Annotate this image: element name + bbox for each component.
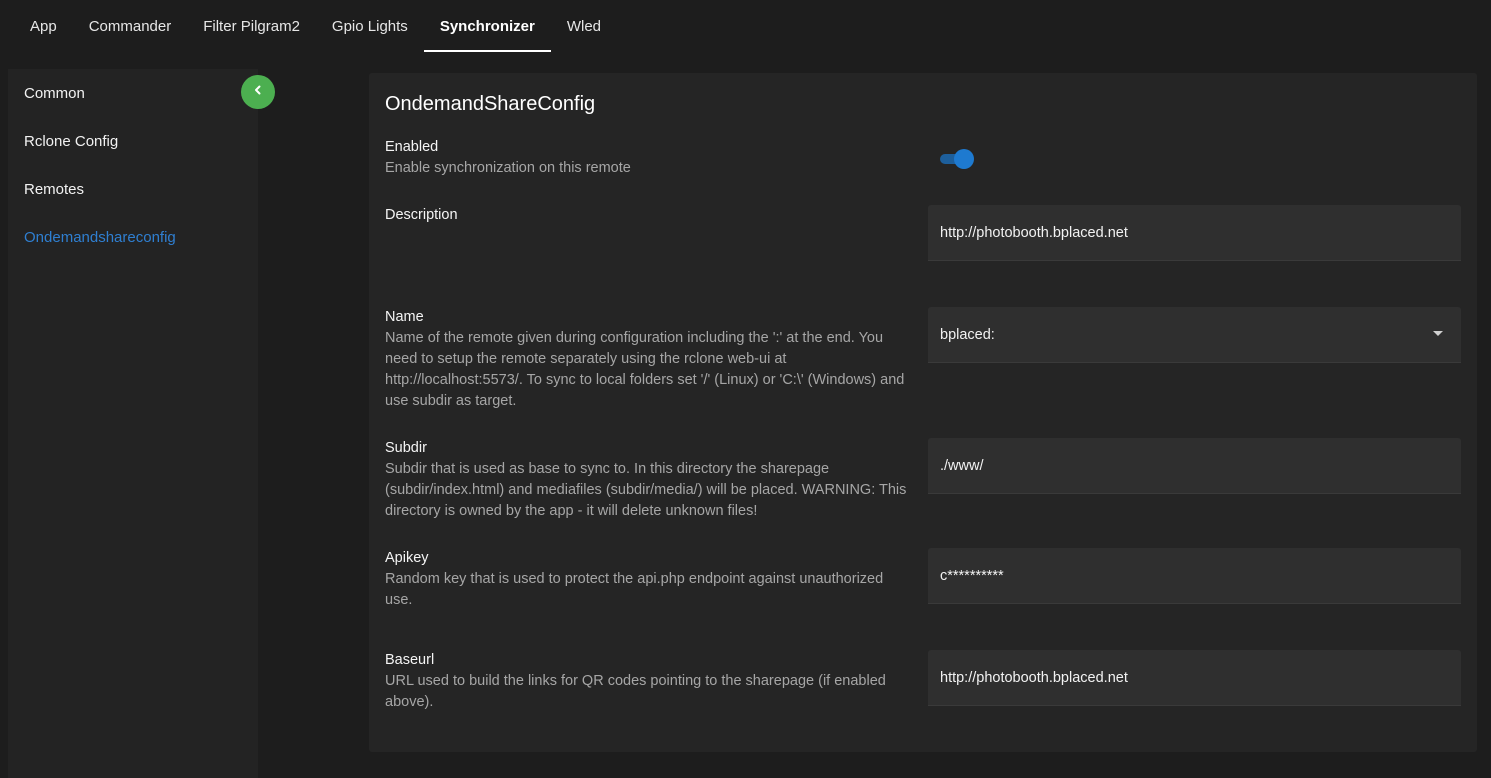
apikey-row: Apikey Random key that is used to protec… — [385, 548, 1461, 608]
settings-card: OndemandShareConfig Enabled Enable synch… — [369, 73, 1477, 752]
sidebar: Common Rclone Config Remotes Ondemandsha… — [8, 69, 258, 778]
tab-wled[interactable]: Wled — [551, 0, 617, 52]
subdir-input[interactable]: ./www/ — [928, 438, 1461, 494]
subdir-description: Subdir that is used as base to sync to. … — [385, 461, 907, 519]
sidebar-list: Common Rclone Config Remotes Ondemandsha… — [8, 69, 258, 261]
top-tabs: App Commander Filter Pilgram2 Gpio Light… — [0, 0, 1491, 68]
name-select[interactable]: bplaced: — [928, 307, 1461, 363]
tab-commander[interactable]: Commander — [73, 0, 188, 52]
name-description: Name of the remote given during configur… — [385, 330, 905, 409]
description-label: Description — [385, 207, 458, 223]
card-title: OndemandShareConfig — [385, 93, 596, 115]
apikey-label: Apikey — [385, 550, 429, 566]
tab-filter-pilgram2[interactable]: Filter Pilgram2 — [187, 0, 316, 52]
baseurl-description: URL used to build the links for QR codes… — [385, 673, 886, 710]
tab-gpio-lights[interactable]: Gpio Lights — [316, 0, 424, 52]
toggle-thumb — [954, 149, 974, 169]
description-text: Description — [385, 205, 909, 226]
sidebar-item-rclone-config[interactable]: Rclone Config — [8, 117, 258, 165]
enabled-description: Enable synchronization on this remote — [385, 160, 631, 176]
apikey-description: Random key that is used to protect the a… — [385, 571, 884, 608]
sidebar-item-common[interactable]: Common — [8, 69, 258, 117]
description-row: Description http://photobooth.bplaced.ne… — [385, 205, 1461, 261]
enabled-toggle[interactable] — [940, 149, 974, 169]
tab-app[interactable]: App — [14, 0, 73, 52]
enabled-text: Enabled Enable synchronization on this r… — [385, 137, 909, 179]
enabled-row: Enabled Enable synchronization on this r… — [385, 137, 1461, 187]
chevron-down-icon — [1433, 331, 1443, 336]
apikey-input[interactable]: c********** — [928, 548, 1461, 604]
subdir-label: Subdir — [385, 440, 427, 456]
description-input[interactable]: http://photobooth.bplaced.net — [928, 205, 1461, 261]
subdir-text: Subdir Subdir that is used as base to sy… — [385, 438, 909, 522]
sidebar-item-ondemandshareconfig[interactable]: Ondemandshareconfig — [8, 213, 258, 261]
collapse-sidebar-button[interactable] — [241, 75, 275, 109]
baseurl-label: Baseurl — [385, 652, 435, 668]
baseurl-text: Baseurl URL used to build the links for … — [385, 650, 909, 713]
name-text: Name Name of the remote given during con… — [385, 307, 909, 412]
name-label: Name — [385, 309, 424, 325]
enabled-label: Enabled — [385, 139, 439, 155]
name-row: Name Name of the remote given during con… — [385, 307, 1461, 417]
tab-synchronizer[interactable]: Synchronizer — [423, 0, 551, 52]
baseurl-row: Baseurl URL used to build the links for … — [385, 650, 1461, 710]
subdir-row: Subdir Subdir that is used as base to sy… — [385, 438, 1461, 528]
chevron-left-icon — [252, 83, 264, 101]
name-select-value: bplaced: — [940, 326, 995, 343]
baseurl-input[interactable]: http://photobooth.bplaced.net — [928, 650, 1461, 706]
sidebar-item-remotes[interactable]: Remotes — [8, 165, 258, 213]
apikey-text: Apikey Random key that is used to protec… — [385, 548, 909, 611]
